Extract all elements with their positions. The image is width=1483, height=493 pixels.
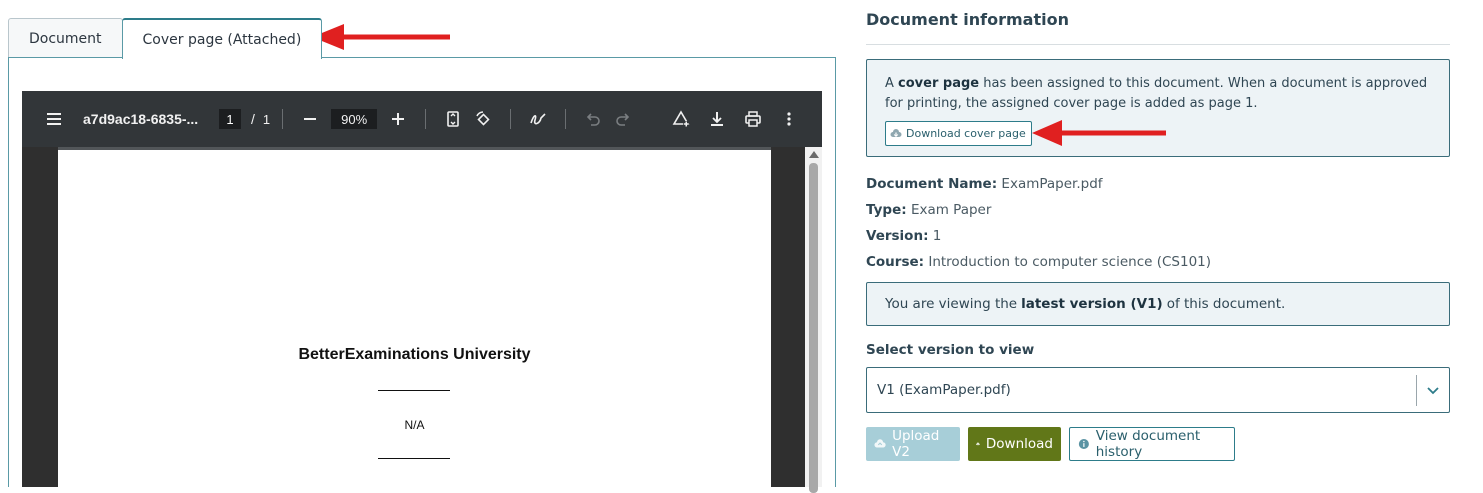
page-rule [378, 390, 450, 391]
notice-bold: latest version (V1) [1021, 296, 1163, 312]
page-number-input[interactable]: 1 [219, 109, 241, 129]
info-icon [1078, 438, 1089, 450]
divider [866, 44, 1450, 45]
zoom-out-icon[interactable] [295, 104, 325, 134]
redo-icon[interactable] [608, 104, 638, 134]
pdf-file-title: a7d9ac18-6835-... [83, 111, 199, 127]
notice-text: A [885, 76, 899, 91]
scroll-thumb[interactable] [809, 163, 818, 493]
download-cover-page-label: Download cover page [906, 126, 1026, 140]
cloud-download-icon [890, 128, 902, 137]
annotation-arrow-icon [312, 24, 450, 50]
cloud-upload-icon [874, 439, 886, 448]
pdf-scrollbar[interactable] [805, 147, 822, 493]
download-button[interactable]: Download [968, 427, 1061, 461]
more-icon[interactable] [774, 104, 804, 134]
download-label: Download [985, 436, 1053, 452]
field-value: Exam Paper [910, 202, 992, 218]
toolbar-divider [282, 109, 284, 129]
download-icon[interactable] [702, 104, 732, 134]
pdf-margin [771, 147, 805, 487]
pdf-margin [22, 147, 58, 487]
chevron-down-icon [1427, 387, 1439, 395]
upload-v2-button[interactable]: Upload V2 [866, 427, 960, 461]
notice-text: of this document. [1166, 296, 1286, 312]
undo-icon[interactable] [578, 104, 608, 134]
tab-label: Cover page (Attached) [142, 31, 302, 48]
notice-text: You are viewing the [885, 296, 1018, 312]
page-university-name: BetterExaminations University [298, 346, 531, 363]
annotation-arrow-icon [1032, 120, 1166, 146]
toolbar-divider [425, 109, 427, 129]
draw-icon[interactable] [523, 104, 553, 134]
scroll-up-icon[interactable] [809, 151, 819, 158]
field-value: Introduction to computer science (CS101) [928, 254, 1212, 270]
field-document-name: Document Name: ExamPaper.pdf [866, 176, 1103, 192]
cloud-download-icon [976, 442, 980, 446]
toolbar-divider [565, 109, 567, 129]
version-select-value: V1 (ExamPaper.pdf) [877, 382, 1011, 398]
version-select[interactable]: V1 (ExamPaper.pdf) [866, 367, 1450, 413]
field-label: Version: [866, 228, 929, 244]
upload-v2-label: Upload V2 [892, 428, 940, 460]
tab-document[interactable]: Document [8, 18, 123, 58]
tab-label: Document [29, 30, 102, 47]
view-document-history-label: View document history [1095, 428, 1201, 460]
field-version: Version: 1 [866, 228, 941, 244]
toolbar-divider [510, 109, 512, 129]
rotate-icon[interactable] [468, 104, 498, 134]
field-value: ExamPaper.pdf [1001, 176, 1103, 192]
annotate-icon[interactable] [666, 104, 696, 134]
pdf-page: BetterExaminations University N/A [58, 150, 771, 490]
view-document-history-button[interactable]: View document history [1069, 427, 1235, 461]
select-divider [1416, 375, 1417, 406]
field-type: Type: Exam Paper [866, 202, 991, 218]
tab-bar: Document Cover page (Attached) [8, 18, 323, 59]
page-total: 1 [262, 111, 271, 127]
page-rule [378, 458, 450, 459]
tab-cover-page[interactable]: Cover page (Attached) [121, 18, 323, 59]
field-value: 1 [932, 228, 942, 244]
notice-bold: cover page [898, 76, 980, 91]
field-label: Type: [866, 202, 907, 218]
print-icon[interactable] [738, 104, 768, 134]
field-course: Course: Introduction to computer science… [866, 254, 1211, 270]
latest-version-notice: You are viewing the latest version (V1) … [866, 282, 1450, 326]
menu-icon[interactable] [39, 104, 69, 134]
zoom-in-icon[interactable] [383, 104, 413, 134]
fit-page-icon[interactable] [438, 104, 468, 134]
page-separator: / [251, 111, 255, 127]
field-label: Document Name: [866, 176, 998, 192]
document-information-title: Document information [866, 10, 1069, 29]
field-label: Course: [866, 254, 925, 270]
pdf-toolbar: a7d9ac18-6835-... 1 / 1 90% [22, 91, 822, 147]
zoom-level-input[interactable]: 90% [331, 109, 378, 129]
select-version-label: Select version to view [866, 342, 1035, 358]
page-value: N/A [404, 418, 425, 432]
download-cover-page-button[interactable]: Download cover page [885, 121, 1032, 146]
